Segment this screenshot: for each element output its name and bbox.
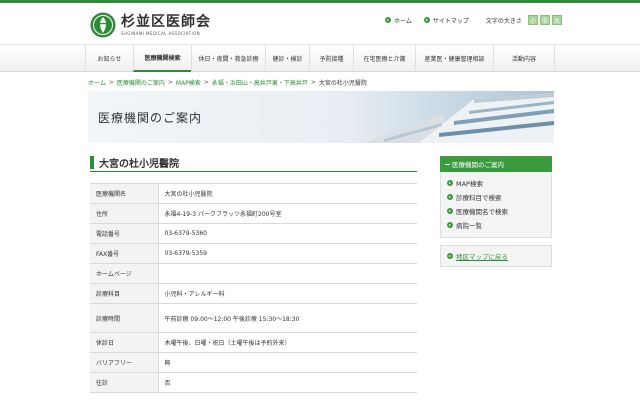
site-logo[interactable]: 杉並区医師会 SUGINAMI MEDICAL ASSOCIATION (90, 10, 230, 40)
clinic-info-table: 医療機関名 大宮の杜小児醫院 住所 永福4-19-3 パークフラッツ永福町200号室… (90, 183, 417, 393)
table-row: 医療機関名 大宮の杜小児醫院 (90, 183, 417, 204)
title-accent-bar (90, 156, 94, 169)
row-value: 午前診療 09:00～12:00 午後診療 15:30～18:30 (158, 303, 417, 333)
row-value: 無 (158, 352, 417, 373)
row-value: 03-6379-5359 (158, 243, 417, 264)
breadcrumb-clinic-guide[interactable]: 医療機関のご案内 (117, 78, 165, 87)
side-item-name-search[interactable]: 医療機関名で検索 (441, 204, 551, 218)
logo-name: 杉並区医師会 (121, 14, 211, 30)
row-key: 医療機関名 (90, 183, 159, 204)
page-banner: 医療機関のご案内 (88, 91, 554, 143)
side-item-department-search[interactable]: 診療科目で検索 (441, 190, 551, 204)
arrow-bullet-icon (447, 253, 453, 259)
breadcrumb-separator: > (167, 79, 173, 86)
table-row: FAX番号 03-6379-5359 (90, 243, 417, 264)
row-value: 木曜午後、日曜・祝日（土曜午後は予約外来） (158, 332, 417, 353)
util-sitemap-link[interactable]: サイトマップ (423, 16, 469, 25)
row-key: ホームページ (90, 263, 159, 284)
top-accent-line (0, 0, 640, 3)
breadcrumb-separator: > (310, 79, 316, 86)
row-value: 03-6379-5360 (158, 223, 417, 244)
util-home-link[interactable]: ホーム (385, 16, 412, 25)
arrow-bullet-icon (447, 194, 453, 200)
side-nav-heading[interactable]: 医療機関のご案内 (440, 156, 552, 172)
breadcrumb-separator: > (108, 79, 114, 86)
breadcrumb-separator: > (203, 79, 209, 86)
table-row: バリアフリー無 (90, 352, 417, 373)
arrow-bullet-icon (447, 180, 453, 186)
row-value[interactable] (158, 263, 417, 284)
side-item-hospital-list[interactable]: 病院一覧 (441, 218, 551, 232)
table-row: ホームページ (90, 263, 417, 284)
nav-news[interactable]: お知らせ (85, 45, 133, 72)
logo-english: SUGINAMI MEDICAL ASSOCIATION (121, 31, 200, 36)
table-row: 電話番号 03-6379-5360 (90, 223, 417, 244)
breadcrumb-current: 大宮の杜小児醫院 (318, 80, 367, 87)
nav-home-care[interactable]: 在宅医療と介護 (353, 45, 415, 72)
arrow-bullet-icon (423, 17, 430, 23)
row-key: 診療時間 (90, 303, 159, 333)
arrow-bullet-icon (447, 222, 453, 228)
font-size-large-button[interactable]: 大 (551, 15, 562, 25)
row-key: 住所 (90, 203, 159, 224)
table-row: 住所 永福4-19-3 パークフラッツ永福町200号室 (90, 203, 417, 224)
table-row: 診療時間 午前診療 09:00～12:00 午後診療 15:30～18:30 (90, 303, 417, 333)
font-size-medium-button[interactable]: 中 (539, 15, 550, 25)
utility-links: ホーム サイトマップ 文字の大きさ 小 中 大 (385, 14, 562, 26)
banner-title: 医療機関のご案内 (98, 111, 203, 125)
font-size-label: 文字の大きさ (485, 17, 522, 25)
row-value: 否 (158, 372, 417, 393)
font-size-small-button[interactable]: 小 (527, 15, 538, 25)
table-row: 往診否 (90, 372, 417, 393)
arrow-bullet-icon (385, 17, 391, 23)
arrow-bullet-icon (447, 208, 453, 214)
row-key: FAX番号 (90, 243, 159, 264)
clinic-name-heading: 大宮の杜小児醫院 (99, 159, 179, 170)
nav-clinic-search[interactable]: 医療機関検索 (133, 45, 191, 72)
breadcrumb-area[interactable]: 永福・浜田山・高井戸東・下高井戸 (212, 78, 308, 87)
breadcrumb: ホーム > 医療機関のご案内 > MAP検索 > 永福・浜田山・高井戸東・下高井… (88, 78, 367, 87)
clinic-title: 大宮の杜小児醫院 (90, 154, 417, 172)
row-value: 小児科・アレルギー科 (158, 283, 417, 304)
building-image (324, 91, 554, 143)
row-key: 往診 (90, 372, 159, 393)
table-row: 診療科目 小児科・アレルギー科 (90, 283, 417, 304)
back-to-map-box[interactable]: 地区マップに戻る (440, 245, 552, 267)
logo-icon (90, 12, 116, 38)
nav-vaccination[interactable]: 予防接種 (309, 45, 353, 72)
row-value: 永福4-19-3 パークフラッツ永福町200号室 (158, 203, 417, 224)
row-key: 診療科目 (90, 283, 159, 304)
row-key: バリアフリー (90, 352, 159, 373)
breadcrumb-home[interactable]: ホーム (88, 78, 106, 87)
back-to-map-link[interactable]: 地区マップに戻る (456, 251, 508, 261)
breadcrumb-map-search[interactable]: MAP検索 (176, 78, 201, 87)
global-nav: お知らせ 医療機関検索 休日・夜間・救急診療 健診・検診 予防接種 在宅医療と介… (0, 44, 640, 72)
row-key: 電話番号 (90, 223, 159, 244)
table-row: 休診日 木曜午後、日曜・祝日（土曜午後は予約外来） (90, 332, 417, 353)
nav-emergency[interactable]: 休日・夜間・救急診療 (191, 45, 265, 72)
nav-activities[interactable]: 活動内容 (493, 45, 555, 72)
nav-checkup[interactable]: 健診・検診 (265, 45, 309, 72)
side-nav-menu: MAP検索 診療科目で検索 医療機関名で検索 病院一覧 (440, 172, 552, 238)
nav-industrial-doctor[interactable]: 産業医・健康管理相談 (415, 45, 493, 72)
row-value: 大宮の杜小児醫院 (158, 183, 417, 204)
row-key: 休診日 (90, 332, 159, 353)
side-item-map-search[interactable]: MAP検索 (441, 176, 551, 190)
